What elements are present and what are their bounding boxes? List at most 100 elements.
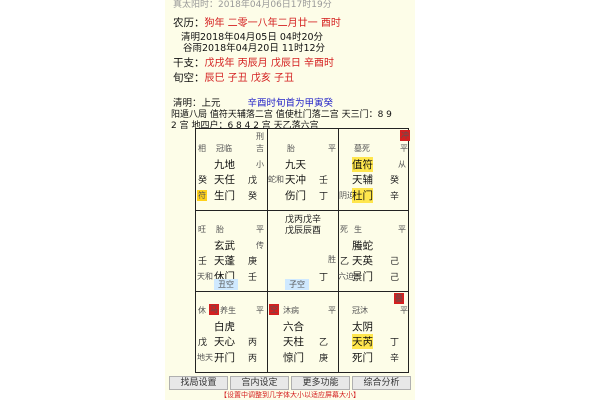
palace-stage: 胎 (287, 144, 295, 153)
palace-stem: 丁 (319, 273, 329, 283)
palace-mark: 平 (256, 225, 264, 234)
palace-stem: 丙 (248, 338, 258, 348)
lunar-value: 狗年 二零一八年二月廿一 酉时 (204, 18, 341, 29)
palace-mark: 平 (256, 306, 264, 315)
palace-god: 值符 (352, 157, 373, 172)
palace-stem: 庚 (319, 354, 329, 364)
palace-stem: 蛇和 (268, 175, 284, 184)
palace-mark: 平 (400, 306, 408, 315)
palace-door: 惊门 (283, 352, 304, 364)
palace-stem: 乙 (319, 338, 329, 348)
palace-mark: 平 (328, 144, 336, 153)
palace-mark: 吉 (256, 144, 264, 153)
palace-star: 天辅 (352, 174, 373, 186)
action-bar: 找局设置 宫内设定 更多功能 综合分析 (169, 376, 411, 390)
comprehensive-analysis-button[interactable]: 综合分析 (352, 376, 411, 390)
palace-mark: 冲 (400, 130, 410, 141)
palace-stem: 辛 (390, 354, 400, 364)
palace-door: 开门 (214, 352, 235, 364)
palace-stem: 丁 (390, 338, 400, 348)
palace-state: 旺 (198, 225, 206, 234)
kong-tag: 子空 (285, 279, 309, 290)
palace-stem: 己 (390, 273, 400, 283)
more-functions-button[interactable]: 更多功能 (291, 376, 350, 390)
kong-tag: 丑空 (214, 279, 238, 290)
palace-door: 杜门 (352, 188, 373, 203)
palace-star: 天芮 (352, 334, 373, 349)
palace-note: 传 (256, 241, 264, 250)
palace-stage: 冠临 (216, 144, 232, 153)
palace-stem: 乙 (340, 257, 350, 267)
palace-mark: 平 (328, 306, 336, 315)
palace-cell[interactable]: 子空 空 沐病 平 六合 天柱 乙 惊门 庚 (267, 279, 338, 372)
lunar-label: 农历： (173, 17, 205, 29)
lunar-row: 农历：狗年 二零一八年二月廿一 酉时 (173, 14, 341, 30)
palace-badge: 空 (269, 304, 279, 315)
palace-stem: 庚 (248, 257, 258, 267)
palace-stem: 癸 (198, 176, 208, 186)
palace-god: 螣蛇 (352, 240, 373, 252)
palace-star: 天心 (214, 336, 235, 348)
palace-god: 太阴 (352, 321, 373, 333)
palace-stem: 丁 (319, 192, 329, 202)
xunkong-row: 旬空：辰巳 子丑 戊亥 子丑 (173, 69, 294, 85)
palace-god: 六合 (283, 321, 304, 333)
xunkong-label: 旬空： (173, 72, 205, 84)
palace-mark: 平 (400, 144, 408, 153)
palace-stage: 沐病 (283, 306, 299, 315)
palace-state: 死 (340, 225, 348, 234)
palace-state: 休 (198, 306, 206, 315)
palace-settings-button[interactable]: 宫内设定 (230, 376, 289, 390)
palace-state: 相 (198, 144, 206, 153)
palace-god: 白虎 (214, 321, 235, 333)
palace-mark: 平 (398, 225, 406, 234)
palace-stage: 养生 (220, 306, 236, 315)
palace-stage: 冠沐 (352, 306, 368, 315)
palace-stem: 癸 (390, 176, 400, 186)
palace-stem: 辛 (390, 192, 400, 202)
palace-stem: 壬 (319, 176, 329, 186)
ganzhi-row: 干支：戊戌年 丙辰月 戊辰日 辛酉时 (173, 54, 334, 70)
palace-stem: 壬 (248, 273, 258, 283)
palace-tag: 天和 (197, 272, 213, 281)
palace-grid: 相 冠临 刑 吉 九地 小 癸 天任 戊 符 生门 癸 胎 平 九天 蛇和 天冲… (195, 128, 410, 373)
palace-tag: 符 (197, 190, 207, 201)
palace-stage: 胎 (216, 225, 224, 234)
xunkong-value: 辰巳 子丑 戊亥 子丑 (204, 73, 295, 84)
palace-badge: 马 (209, 304, 219, 315)
palace-tag: 地天 (197, 353, 213, 362)
palace-star: 天柱 (283, 336, 304, 348)
palace-stem: 戊 (248, 176, 258, 186)
palace-cell[interactable]: 胎 平 九天 蛇和 天冲 壬 伤门 丁 (267, 129, 338, 210)
palace-mark: 墓 (394, 293, 404, 304)
palace-cell[interactable]: 丑空 休 马 养生 平 白虎 戊 天心 丙 地天 开门 丙 (196, 279, 267, 372)
palace-mark: 刑 (256, 132, 264, 141)
palace-stem: 壬 (198, 257, 208, 267)
palace-star: 天冲 (285, 174, 306, 186)
palace-door: 伤门 (285, 190, 306, 202)
palace-cell[interactable]: 相 冠临 刑 吉 九地 小 癸 天任 戊 符 生门 癸 (196, 129, 267, 210)
palace-cell[interactable]: 墓死 冲 平 值符 从 天辅 癸 阴迫 杜门 辛 (338, 129, 410, 210)
guyu-text: 谷雨2018年04月20日 11时12分 (183, 43, 326, 54)
palace-stage: 墓死 (354, 144, 370, 153)
palace-stem: 己 (390, 257, 400, 267)
palace-door: 生门 (214, 190, 235, 202)
app-screen: 真太阳时：2018年04月06日17时19分 农历：狗年 二零一八年二月廿一 酉… (165, 0, 415, 400)
palace-mark: 胜 (328, 255, 336, 264)
palace-note: 小 (256, 160, 264, 169)
palace-cell[interactable]: 冠沐 墓 平 太阴 天芮 丁 死门 辛 (338, 291, 409, 372)
center-branches: 戊辰辰酉 (285, 226, 322, 236)
palace-star: 天任 (214, 174, 235, 186)
find-layout-settings-button[interactable]: 找局设置 (169, 376, 228, 390)
palace-stage: 生 (354, 225, 362, 234)
ganzhi-value: 戊戌年 丙辰月 戊辰日 辛酉时 (204, 58, 335, 69)
palace-cell[interactable]: 死 生 平 螣蛇 乙 天英 己 六迫 景门 己 (338, 210, 409, 291)
palace-stem: 癸 (248, 192, 258, 202)
palace-stem: 丙 (248, 354, 258, 364)
palace-star: 天英 (352, 255, 373, 267)
palace-star: 天蓬 (214, 255, 235, 267)
palace-note: 从 (398, 160, 406, 169)
ganzhi-label: 干支： (173, 57, 205, 69)
palace-door: 死门 (352, 352, 373, 364)
palace-god: 九地 (214, 159, 235, 171)
